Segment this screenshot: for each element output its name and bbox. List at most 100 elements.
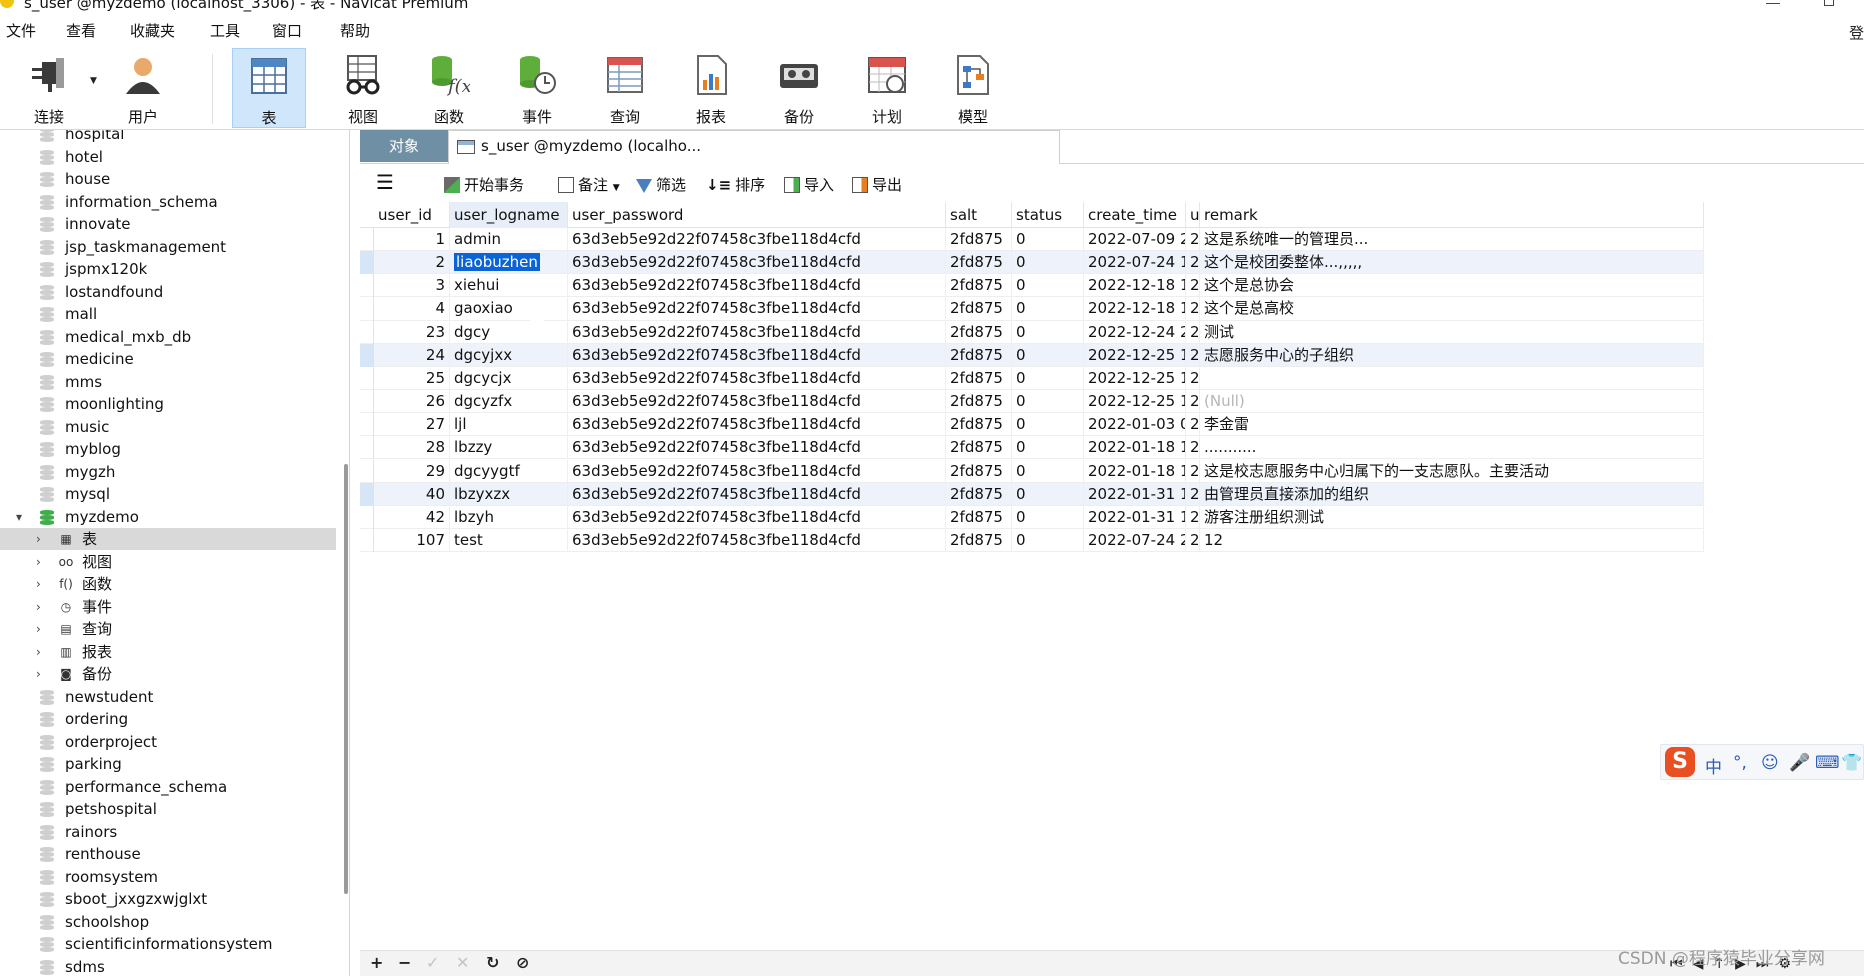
expand-icon[interactable]: › <box>36 596 41 618</box>
grid-cell-status[interactable]: 0 <box>1012 413 1084 437</box>
row-marker[interactable] <box>360 459 374 483</box>
grid-cell-user_id[interactable]: 4 <box>374 297 450 321</box>
import-button[interactable]: 导入 <box>784 174 834 195</box>
tree-db-item[interactable]: petshospital <box>0 798 336 820</box>
grid-cell-remark[interactable]: ........... <box>1200 436 1704 460</box>
grid-cell-user_logname[interactable]: dgcyygtf <box>450 459 568 483</box>
ime-voice-icon[interactable]: 🎤 <box>1789 753 1810 773</box>
grid-cell-user_logname[interactable]: dgcy <box>450 320 568 344</box>
grid-cell-up[interactable]: 20 <box>1186 436 1200 460</box>
tree-db-item[interactable]: hospital <box>0 130 336 145</box>
grid-cell-salt[interactable]: 2fd875 <box>946 251 1012 275</box>
grid-cell-user_logname[interactable]: ljl <box>450 413 568 437</box>
table-row[interactable]: 2 liaobuzhen 63d3eb5e92d22f07458c3fbe118d4… <box>360 251 1704 275</box>
menu-window[interactable]: 窗口 <box>272 22 302 40</box>
table-row[interactable]: 28 lbzzy 63d3eb5e92d22f07458c3fbe118d4cfd 2… <box>360 436 1704 460</box>
menu-icon[interactable]: ☰ <box>376 170 394 194</box>
tree-db-item[interactable]: ▾ myzdemo <box>0 506 336 528</box>
table-row[interactable]: 1 admin 63d3eb5e92d22f07458c3fbe118d4cfd 2f… <box>360 228 1704 252</box>
grid-cell-remark[interactable]: 游客注册组织测试 <box>1200 505 1704 529</box>
grid-cell-salt[interactable]: 2fd875 <box>946 297 1012 321</box>
grid-cell-remark[interactable]: 12 <box>1200 528 1704 553</box>
login-link[interactable]: 登 <box>1849 22 1864 43</box>
tree-folder-function[interactable]: › f() 函数 <box>0 573 336 595</box>
grid-cell-user_logname[interactable]: dgcyjxx <box>450 343 568 367</box>
row-marker[interactable] <box>360 482 374 506</box>
tree-folder-backup[interactable]: › ◙ 备份 <box>0 663 336 685</box>
memo-button[interactable]: 备注 ▼ <box>558 174 620 195</box>
grid-cell-salt[interactable]: 2fd875 <box>946 413 1012 437</box>
table-row[interactable]: 29 dgcyygtf 63d3eb5e92d22f07458c3fbe118d4c… <box>360 459 1704 483</box>
grid-cell-create_time[interactable]: 2022-07-24 10:0 <box>1084 251 1186 275</box>
grid-cell-user_password[interactable]: 63d3eb5e92d22f07458c3fbe118d4cfd <box>568 505 946 529</box>
row-marker[interactable] <box>360 413 374 437</box>
toolbar-view-button[interactable]: 视图 <box>326 48 400 128</box>
grid-cell-status[interactable]: 0 <box>1012 390 1084 414</box>
grid-cell-salt[interactable]: 2fd875 <box>946 366 1012 391</box>
grid-cell-user_password[interactable]: 63d3eb5e92d22f07458c3fbe118d4cfd <box>568 390 946 414</box>
grid-cell-remark[interactable]: 这个是总协会 <box>1200 274 1704 298</box>
grid-cell-user_password[interactable]: 63d3eb5e92d22f07458c3fbe118d4cfd <box>568 320 946 344</box>
tree-db-item[interactable]: house <box>0 168 336 190</box>
grid-cell-status[interactable]: 0 <box>1012 366 1084 391</box>
grid-cell-create_time[interactable]: 2022-01-31 19:0 <box>1084 482 1186 506</box>
tab-objects[interactable]: 对象 <box>360 130 448 162</box>
grid-cell-user_password[interactable]: 63d3eb5e92d22f07458c3fbe118d4cfd <box>568 459 946 483</box>
grid-cell-status[interactable]: 0 <box>1012 528 1084 553</box>
delete-record-button[interactable]: − <box>398 953 411 972</box>
row-marker[interactable] <box>360 505 374 529</box>
toolbar-schedule-button[interactable]: 计划 <box>850 48 924 128</box>
grid-cell-up[interactable]: 20 <box>1186 343 1200 367</box>
tree-folder-query[interactable]: › ▤ 查询 <box>0 618 336 640</box>
grid-cell-user_logname[interactable]: test <box>450 528 568 553</box>
tree-db-item[interactable]: sboot_jxxgzxwjglxt <box>0 888 336 910</box>
grid-cell-user_logname[interactable]: xiehui <box>450 274 568 298</box>
grid-cell-status[interactable]: 0 <box>1012 228 1084 252</box>
table-row[interactable]: 3 xiehui 63d3eb5e92d22f07458c3fbe118d4cfd 2… <box>360 274 1704 298</box>
ime-punctuation[interactable]: °, <box>1733 753 1747 773</box>
grid-cell-user_password[interactable]: 63d3eb5e92d22f07458c3fbe118d4cfd <box>568 482 946 506</box>
grid-cell-user_id[interactable]: 27 <box>374 413 450 437</box>
toolbar-table-button[interactable]: 表 <box>232 48 306 128</box>
tree-db-item[interactable]: music <box>0 416 336 438</box>
grid-cell-remark[interactable]: 这个是总高校 <box>1200 297 1704 321</box>
grid-cell-user_id[interactable]: 24 <box>374 343 450 367</box>
maximize-icon[interactable] <box>1824 0 1834 6</box>
grid-cell-user_id[interactable]: 28 <box>374 436 450 460</box>
grid-cell-remark[interactable] <box>1200 366 1704 391</box>
grid-cell-salt[interactable]: 2fd875 <box>946 482 1012 506</box>
tree-db-item[interactable]: medicine <box>0 348 336 370</box>
apply-changes-button[interactable]: ✓ <box>426 953 439 972</box>
row-marker[interactable] <box>360 274 374 298</box>
tree-folder-report[interactable]: › ▥ 报表 <box>0 641 336 663</box>
grid-cell-user_id[interactable]: 3 <box>374 274 450 298</box>
tree-db-item[interactable]: information_schema <box>0 191 336 213</box>
tree-folder-table[interactable]: › ▦ 表 <box>0 528 336 550</box>
tree-db-item[interactable]: mall <box>0 303 336 325</box>
table-row[interactable]: 26 dgcyzfx 63d3eb5e92d22f07458c3fbe118d4cf… <box>360 390 1704 414</box>
grid-cell-up[interactable]: 20 <box>1186 459 1200 483</box>
ime-chinese-mode[interactable]: 中 <box>1705 753 1722 778</box>
grid-cell-salt[interactable]: 2fd875 <box>946 320 1012 344</box>
row-marker[interactable] <box>360 320 374 344</box>
grid-cell-status[interactable]: 0 <box>1012 482 1084 506</box>
grid-cell-user_password[interactable]: 63d3eb5e92d22f07458c3fbe118d4cfd <box>568 528 946 553</box>
grid-cell-up[interactable]: 20 <box>1186 320 1200 344</box>
expand-icon[interactable]: › <box>36 573 41 595</box>
grid-cell-status[interactable]: 0 <box>1012 274 1084 298</box>
grid-cell-user_password[interactable]: 63d3eb5e92d22f07458c3fbe118d4cfd <box>568 297 946 321</box>
table-row[interactable]: 40 lbzyxzx 63d3eb5e92d22f07458c3fbe118d4cf… <box>360 482 1704 506</box>
tree-db-item[interactable]: ordering <box>0 708 336 730</box>
grid-cell-up[interactable]: 20 <box>1186 228 1200 252</box>
tree-db-item[interactable]: mms <box>0 371 336 393</box>
grid-cell-remark[interactable]: 这是系统唯一的管理员... <box>1200 228 1704 252</box>
tree-db-item[interactable]: jsp_taskmanagement <box>0 236 336 258</box>
grid-cell-status[interactable]: 0 <box>1012 505 1084 529</box>
filter-button[interactable]: 筛选 <box>636 174 686 195</box>
grid-cell-status[interactable]: 0 <box>1012 436 1084 460</box>
memo-dropdown-icon[interactable]: ▼ <box>613 183 620 193</box>
menu-view[interactable]: 查看 <box>66 22 96 40</box>
grid-cell-up[interactable]: 20 <box>1186 528 1200 553</box>
menu-favorites[interactable]: 收藏夹 <box>130 22 175 40</box>
grid-cell-user_logname[interactable]: dgcycjx <box>450 366 568 391</box>
